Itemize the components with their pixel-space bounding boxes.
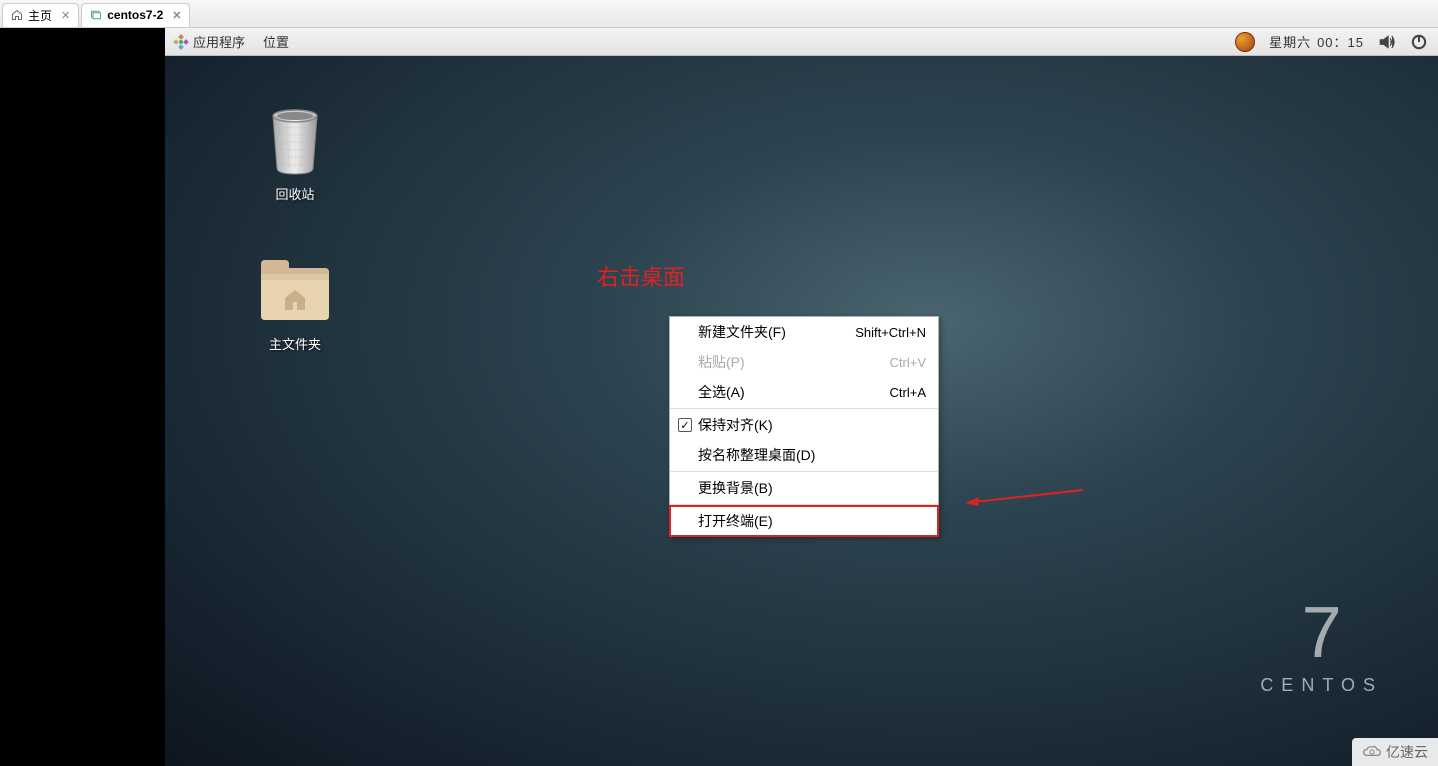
menu-keep-aligned[interactable]: ✓ 保持对齐(K)	[670, 410, 938, 440]
menu-divider	[670, 471, 938, 472]
home-folder-label: 主文件夹	[269, 334, 321, 353]
vm-border-left	[0, 28, 165, 766]
applications-menu[interactable]: 应用程序	[173, 32, 245, 51]
menu-paste: 粘贴(P) Ctrl+V	[670, 347, 938, 377]
folder-icon	[255, 256, 335, 328]
menu-divider	[670, 504, 938, 505]
menu-item-shortcut: Ctrl+A	[890, 385, 926, 400]
home-icon	[11, 9, 23, 21]
gnome-top-panel: 应用程序 位置 星期六 00：15	[165, 28, 1438, 56]
panel-left-section: 应用程序 位置	[165, 32, 289, 51]
menu-item-shortcut: Shift+Ctrl+N	[855, 325, 926, 340]
menu-item-label: 全选(A)	[698, 382, 745, 402]
menu-new-folder[interactable]: 新建文件夹(F) Shift+Ctrl+N	[670, 317, 938, 347]
menu-item-label: 打开终端(E)	[698, 511, 773, 531]
menu-open-terminal[interactable]: 打开终端(E)	[670, 506, 938, 536]
menu-item-label: 新建文件夹(F)	[698, 322, 786, 342]
menu-select-all[interactable]: 全选(A) Ctrl+A	[670, 377, 938, 407]
close-icon[interactable]: ✕	[172, 9, 181, 22]
places-label: 位置	[263, 32, 289, 51]
tab-home[interactable]: 主页 ✕	[2, 3, 79, 27]
close-icon[interactable]: ✕	[61, 9, 70, 22]
vmware-tab-bar: 主页 ✕ centos7-2 ✕	[0, 0, 1438, 28]
menu-item-label: 更换背景(B)	[698, 478, 773, 498]
clock-day[interactable]: 星期六	[1269, 32, 1311, 51]
trash-can-icon	[263, 106, 327, 178]
centos-version: 7	[1260, 597, 1383, 669]
power-icon[interactable]	[1410, 33, 1428, 51]
annotation-arrow	[965, 488, 1085, 508]
menu-item-label: 按名称整理桌面(D)	[698, 445, 815, 465]
watermark: 亿速云	[1352, 738, 1438, 766]
menu-item-label: 粘贴(P)	[698, 352, 745, 372]
menu-change-background[interactable]: 更换背景(B)	[670, 473, 938, 503]
tab-label: 主页	[28, 7, 52, 24]
user-badge-icon[interactable]	[1235, 32, 1255, 52]
panel-right-section: 星期六 00：15	[1235, 32, 1438, 52]
annotation-text: 右击桌面	[597, 260, 685, 292]
menu-organize-by-name[interactable]: 按名称整理桌面(D)	[670, 440, 938, 470]
centos-logo: 7 CENTOS	[1260, 597, 1383, 696]
volume-icon[interactable]	[1378, 33, 1396, 51]
desktop-context-menu: 新建文件夹(F) Shift+Ctrl+N 粘贴(P) Ctrl+V 全选(A)…	[669, 316, 939, 537]
centos-name: CENTOS	[1260, 675, 1383, 696]
menu-item-shortcut: Ctrl+V	[890, 355, 926, 370]
watermark-text: 亿速云	[1386, 742, 1428, 762]
cloud-icon	[1362, 745, 1382, 759]
apps-label: 应用程序	[193, 32, 245, 51]
tab-vm[interactable]: centos7-2 ✕	[81, 3, 190, 27]
tab-label: centos7-2	[107, 8, 163, 22]
menu-divider	[670, 408, 938, 409]
apps-icon	[173, 34, 189, 50]
vm-icon	[90, 9, 102, 21]
trash-label: 回收站	[275, 184, 314, 203]
home-folder-icon[interactable]: 主文件夹	[235, 256, 355, 353]
clock-time[interactable]: 00：15	[1317, 32, 1364, 51]
menu-item-label: 保持对齐(K)	[698, 415, 773, 435]
checkbox-icon: ✓	[678, 418, 692, 432]
centos-desktop[interactable]: 应用程序 位置 星期六 00：15 回收站	[165, 28, 1438, 766]
trash-icon[interactable]: 回收站	[235, 106, 355, 203]
places-menu[interactable]: 位置	[263, 32, 289, 51]
